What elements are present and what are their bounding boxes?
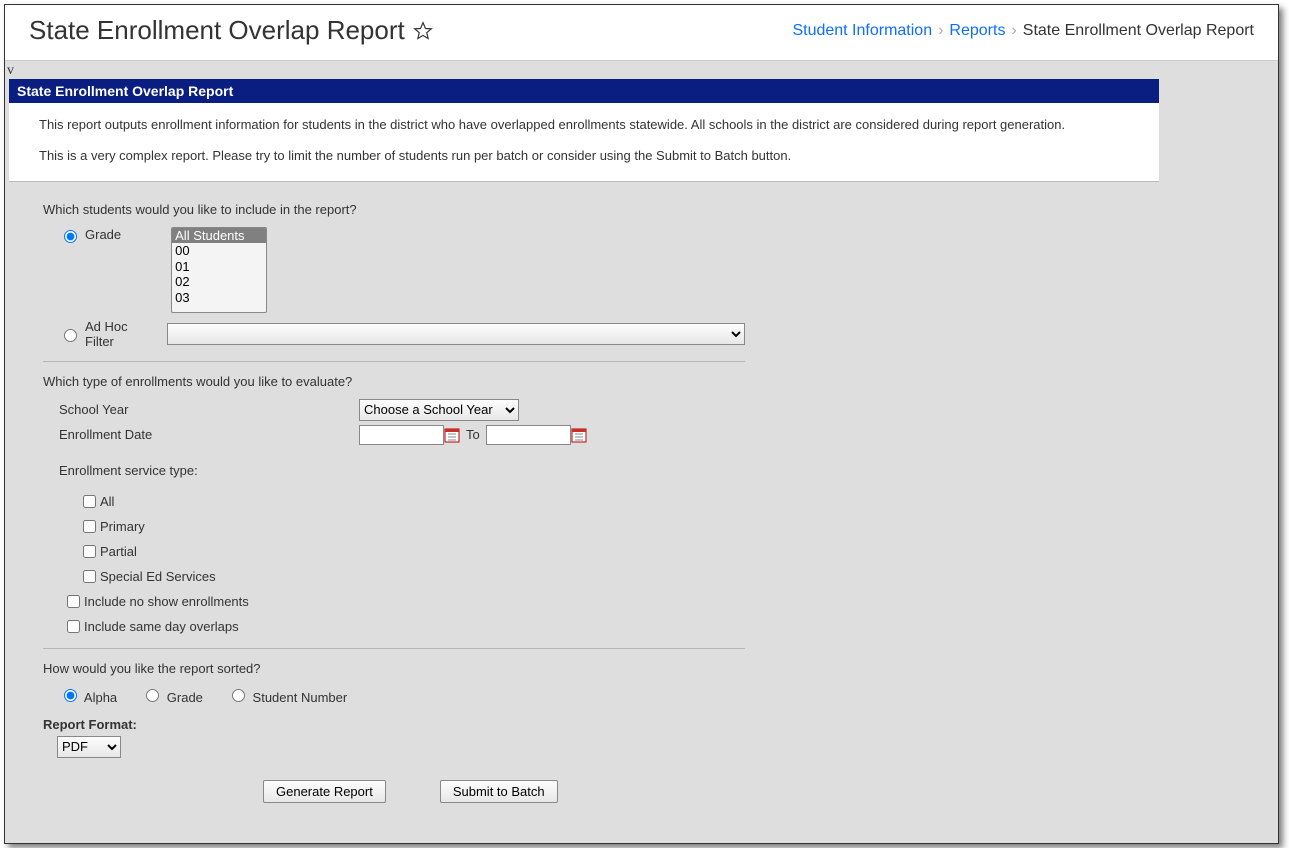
radio-adhoc[interactable] [64, 329, 77, 342]
sort-grade-label: Grade [167, 690, 203, 705]
content-area: v State Enrollment Overlap Report This r… [5, 61, 1278, 843]
enrollment-date-label: Enrollment Date [59, 427, 359, 442]
breadcrumb-link-student-info[interactable]: Student Information [792, 22, 932, 40]
checkbox-service-sped[interactable] [83, 570, 96, 583]
svc-partial-label: Partial [100, 544, 137, 559]
grade-option-all[interactable]: All Students [172, 228, 266, 244]
grade-option-00[interactable]: 00 [172, 243, 266, 259]
sort-grade-group: Grade [141, 686, 203, 705]
generate-report-button[interactable]: Generate Report [263, 780, 386, 803]
school-year-label: School Year [59, 402, 359, 417]
svc-all-label: All [100, 494, 114, 509]
button-row: Generate Report Submit to Batch [263, 780, 745, 803]
panel-desc-2: This is a very complex report. Please tr… [39, 146, 1129, 167]
svc-sped-row: Special Ed Services [79, 567, 745, 586]
section-separator [43, 648, 745, 649]
svc-primary-label: Primary [100, 519, 145, 534]
sort-row: Alpha Grade Student Number [59, 686, 745, 705]
adhoc-filter-select[interactable] [167, 323, 745, 345]
radio-adhoc-label: Ad Hoc Filter [85, 319, 157, 349]
sort-sn-group: Student Number [227, 686, 347, 705]
form-area: Which students would you like to include… [9, 182, 779, 823]
breadcrumb: Student Information › Reports › State En… [792, 22, 1254, 40]
radio-sort-grade[interactable] [146, 689, 159, 702]
panel-title: State Enrollment Overlap Report [9, 79, 1159, 103]
chevron-right-icon: › [1011, 22, 1016, 40]
app-window: State Enrollment Overlap Report Student … [4, 4, 1279, 844]
date-to-input[interactable] [486, 425, 571, 445]
page-title: State Enrollment Overlap Report [29, 15, 405, 46]
date-from-input[interactable] [359, 425, 444, 445]
report-format-select[interactable]: PDF [57, 736, 121, 758]
svc-partial-row: Partial [79, 542, 745, 561]
service-type-label: Enrollment service type: [59, 463, 745, 478]
noshow-label: Include no show enrollments [84, 594, 249, 609]
breadcrumb-link-reports[interactable]: Reports [949, 22, 1005, 40]
sort-alpha-label: Alpha [84, 690, 117, 705]
checkbox-include-sameday[interactable] [67, 620, 80, 633]
grade-multiselect[interactable]: All Students 00 01 02 03 [171, 227, 267, 313]
grade-option-01[interactable]: 01 [172, 259, 266, 275]
sameday-label: Include same day overlaps [84, 619, 239, 634]
panel-desc-1: This report outputs enrollment informati… [39, 115, 1129, 136]
title-group: State Enrollment Overlap Report [29, 15, 433, 46]
radio-sort-alpha[interactable] [64, 689, 77, 702]
format-row: PDF [57, 736, 745, 758]
top-header: State Enrollment Overlap Report Student … [5, 5, 1278, 61]
enrollment-date-row: Enrollment Date To [59, 425, 745, 445]
panel-body: This report outputs enrollment informati… [9, 103, 1159, 182]
svc-primary-row: Primary [79, 517, 745, 536]
calendar-icon[interactable] [571, 427, 587, 443]
grade-option-02[interactable]: 02 [172, 274, 266, 290]
chevron-right-icon: › [938, 22, 943, 40]
submit-to-batch-button[interactable]: Submit to Batch [440, 780, 558, 803]
question-students: Which students would you like to include… [43, 202, 745, 217]
checkbox-service-partial[interactable] [83, 545, 96, 558]
favorite-star-icon[interactable] [413, 21, 433, 41]
grade-radio-row: Grade All Students 00 01 02 03 [43, 227, 745, 313]
adhoc-radio-row: Ad Hoc Filter [43, 319, 745, 349]
grade-option-03[interactable]: 03 [172, 290, 266, 306]
noshow-row: Include no show enrollments [63, 592, 745, 611]
breadcrumb-current: State Enrollment Overlap Report [1023, 22, 1254, 40]
checkbox-service-primary[interactable] [83, 520, 96, 533]
section-separator [43, 361, 745, 362]
report-format-label: Report Format: [43, 717, 745, 732]
radio-grade[interactable] [64, 230, 77, 243]
radio-grade-label: Grade [85, 227, 121, 242]
question-sort: How would you like the report sorted? [43, 661, 745, 676]
sameday-row: Include same day overlaps [63, 617, 745, 636]
checkbox-include-noshow[interactable] [67, 595, 80, 608]
date-to-label: To [466, 427, 480, 442]
sort-sn-label: Student Number [253, 690, 348, 705]
info-panel: State Enrollment Overlap Report This rep… [9, 79, 1159, 182]
checkbox-service-all[interactable] [83, 495, 96, 508]
school-year-row: School Year Choose a School Year [59, 399, 745, 421]
radio-sort-student-number[interactable] [232, 689, 245, 702]
calendar-icon[interactable] [444, 427, 460, 443]
svc-all-row: All [79, 492, 745, 511]
sort-alpha-group: Alpha [59, 686, 117, 705]
stray-text: v [5, 61, 1278, 79]
school-year-select[interactable]: Choose a School Year [359, 399, 519, 421]
svc-sped-label: Special Ed Services [100, 569, 216, 584]
question-enrollments: Which type of enrollments would you like… [43, 374, 745, 389]
